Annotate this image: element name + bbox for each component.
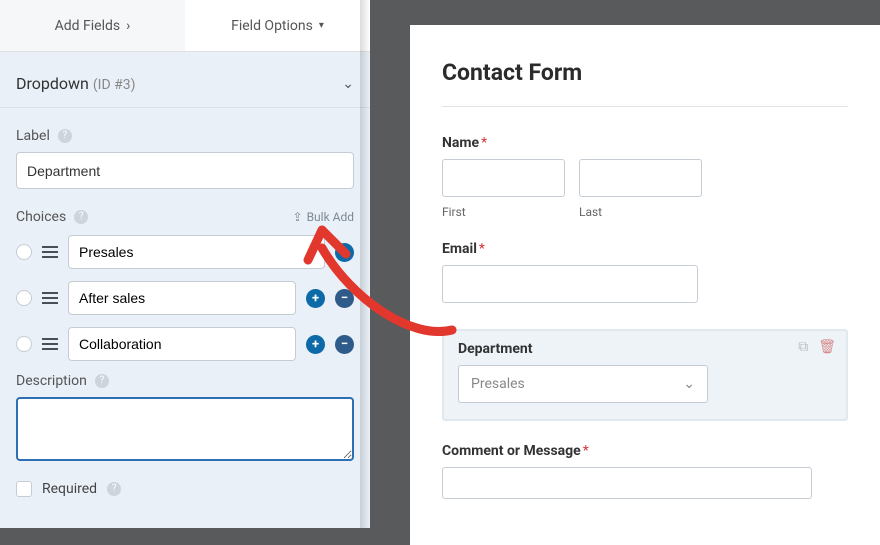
trash-icon[interactable]: 🗑 xyxy=(818,339,836,355)
department-block[interactable]: ⧉ 🗑 Department Presales ⌄ xyxy=(442,329,848,421)
section-title-text: Dropdown xyxy=(16,74,89,93)
first-sublabel: First xyxy=(442,205,565,219)
help-icon[interactable]: ? xyxy=(95,374,109,388)
name-sublabels: First Last xyxy=(442,201,848,219)
choice-input[interactable] xyxy=(68,281,296,315)
required-row: Required ? xyxy=(16,481,354,497)
required-checkbox[interactable] xyxy=(16,481,32,497)
last-sublabel: Last xyxy=(579,205,702,219)
tab-field-options-label: Field Options xyxy=(231,18,313,34)
last-name-input[interactable] xyxy=(579,159,702,197)
drag-handle-icon[interactable] xyxy=(42,338,58,350)
email-input[interactable] xyxy=(442,265,698,303)
email-label: Email xyxy=(442,241,477,257)
add-choice-button[interactable]: + xyxy=(335,243,354,262)
comment-block: Comment or Message* xyxy=(442,443,848,503)
panel-shadow xyxy=(360,0,370,528)
department-select[interactable]: Presales ⌄ xyxy=(458,365,708,403)
divider xyxy=(442,106,848,107)
drag-handle-icon[interactable] xyxy=(42,292,58,304)
panel-body: Label ? Choices ? ⇪ Bulk Add + + xyxy=(0,108,370,497)
required-asterisk: * xyxy=(481,135,487,151)
comment-label: Comment or Message xyxy=(442,443,581,459)
add-choice-button[interactable]: + xyxy=(306,335,325,354)
section-id: (ID #3) xyxy=(93,77,136,93)
required-asterisk: * xyxy=(583,443,589,459)
tab-add-fields[interactable]: Add Fields › xyxy=(0,0,185,51)
drag-handle-icon[interactable] xyxy=(42,246,58,258)
remove-choice-button[interactable]: − xyxy=(335,335,354,354)
tab-add-fields-label: Add Fields xyxy=(55,18,121,34)
comment-textarea[interactable] xyxy=(442,467,812,499)
field-actions: ⧉ 🗑 xyxy=(798,339,836,355)
department-label: Department xyxy=(458,341,832,357)
email-label-row: Email* xyxy=(442,241,848,257)
form-title: Contact Form xyxy=(442,59,848,86)
choice-row: + xyxy=(16,235,354,269)
choices-heading-row: Choices ? ⇪ Bulk Add xyxy=(16,209,354,225)
chevron-down-icon: ▾ xyxy=(319,20,324,31)
description-heading: Description xyxy=(16,373,87,389)
help-icon[interactable]: ? xyxy=(58,129,72,143)
label-heading: Label xyxy=(16,128,50,144)
help-icon[interactable]: ? xyxy=(107,482,121,496)
chevron-down-icon: ⌄ xyxy=(342,76,354,92)
bulk-add-button[interactable]: ⇪ Bulk Add xyxy=(293,210,355,224)
choice-input[interactable] xyxy=(68,235,325,269)
label-heading-row: Label ? xyxy=(16,128,354,144)
choice-row: + − xyxy=(16,281,354,315)
chevron-right-icon: › xyxy=(126,18,130,34)
required-asterisk: * xyxy=(479,241,485,257)
section-title: Dropdown (ID #3) xyxy=(16,74,135,93)
add-choice-button[interactable]: + xyxy=(306,289,325,308)
name-label-row: Name* xyxy=(442,135,848,151)
choices-heading-wrap: Choices ? xyxy=(16,209,88,225)
chevron-down-icon: ⌄ xyxy=(683,376,695,392)
tabs: Add Fields › Field Options ▾ xyxy=(0,0,370,52)
remove-choice-button[interactable]: − xyxy=(335,289,354,308)
default-radio[interactable] xyxy=(16,336,32,352)
form-preview: Contact Form Name* First Last Email* ⧉ 🗑… xyxy=(410,25,880,545)
description-textarea[interactable] xyxy=(16,397,354,461)
help-icon[interactable]: ? xyxy=(74,210,88,224)
name-label: Name xyxy=(442,135,479,151)
choices-heading: Choices xyxy=(16,209,66,225)
choice-input[interactable] xyxy=(68,327,296,361)
department-selected: Presales xyxy=(471,376,525,392)
bulk-add-label: Bulk Add xyxy=(307,210,354,224)
label-input[interactable] xyxy=(16,152,354,189)
settings-panel: Add Fields › Field Options ▾ Dropdown (I… xyxy=(0,0,370,528)
default-radio[interactable] xyxy=(16,244,32,260)
choice-row: + − xyxy=(16,327,354,361)
description-heading-row: Description ? xyxy=(16,373,354,389)
comment-label-row: Comment or Message* xyxy=(442,443,848,459)
name-inputs xyxy=(442,159,848,197)
section-header[interactable]: Dropdown (ID #3) ⌄ xyxy=(0,52,370,108)
default-radio[interactable] xyxy=(16,290,32,306)
required-label: Required xyxy=(42,481,97,497)
email-block: Email* xyxy=(442,241,848,303)
upload-icon: ⇪ xyxy=(293,210,303,224)
tab-field-options[interactable]: Field Options ▾ xyxy=(185,0,370,51)
duplicate-icon[interactable]: ⧉ xyxy=(798,339,808,355)
first-name-input[interactable] xyxy=(442,159,565,197)
